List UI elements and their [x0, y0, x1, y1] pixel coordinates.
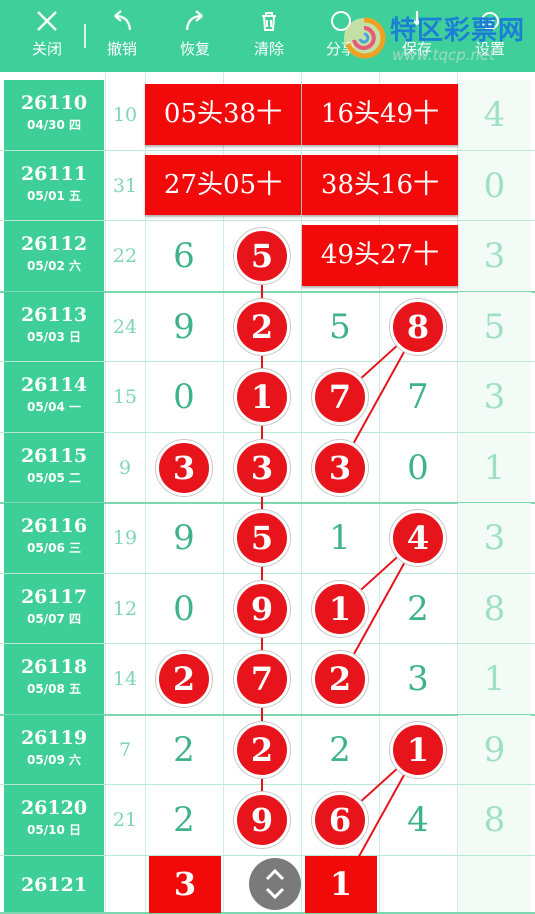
pattern-tip-label[interactable]: 27头05十	[145, 154, 301, 215]
pattern-tip-label[interactable]: 05头38十	[145, 84, 301, 145]
highlight-ball[interactable]: 8	[390, 298, 446, 355]
highlight-ball[interactable]: 3	[156, 439, 212, 496]
current-digit-block[interactable]: 1	[305, 855, 377, 913]
highlight-ball[interactable]: 2	[234, 721, 290, 778]
highlight-ball[interactable]: 2	[156, 651, 212, 708]
highlight-ball[interactable]: 5	[234, 510, 290, 567]
pattern-tip-label[interactable]: 16头49十	[302, 84, 458, 145]
highlight-ball[interactable]: 3	[234, 439, 290, 496]
expand-collapse-icon	[265, 868, 285, 900]
highlight-ball[interactable]: 6	[312, 792, 368, 849]
pattern-tip-label[interactable]: 49头27十	[302, 225, 458, 286]
scroll-toggle-button[interactable]	[249, 858, 301, 910]
pattern-tip-label[interactable]: 38头16十	[302, 154, 458, 215]
highlight-ball[interactable]: 7	[312, 369, 368, 426]
highlight-ball[interactable]: 9	[234, 580, 290, 637]
highlight-ball[interactable]: 1	[390, 721, 446, 778]
highlight-ball[interactable]: 2	[234, 298, 290, 355]
highlight-ball[interactable]: 7	[234, 651, 290, 708]
highlight-ball[interactable]: 3	[312, 439, 368, 496]
highlight-ball[interactable]: 2	[312, 651, 368, 708]
highlight-ball[interactable]: 9	[234, 792, 290, 849]
highlight-ball[interactable]: 1	[234, 369, 290, 426]
highlight-ball[interactable]: 1	[312, 580, 368, 637]
current-digit-block[interactable]: 3	[149, 855, 221, 913]
highlight-ball[interactable]: 5	[234, 228, 290, 285]
highlight-ball[interactable]: 4	[390, 510, 446, 567]
